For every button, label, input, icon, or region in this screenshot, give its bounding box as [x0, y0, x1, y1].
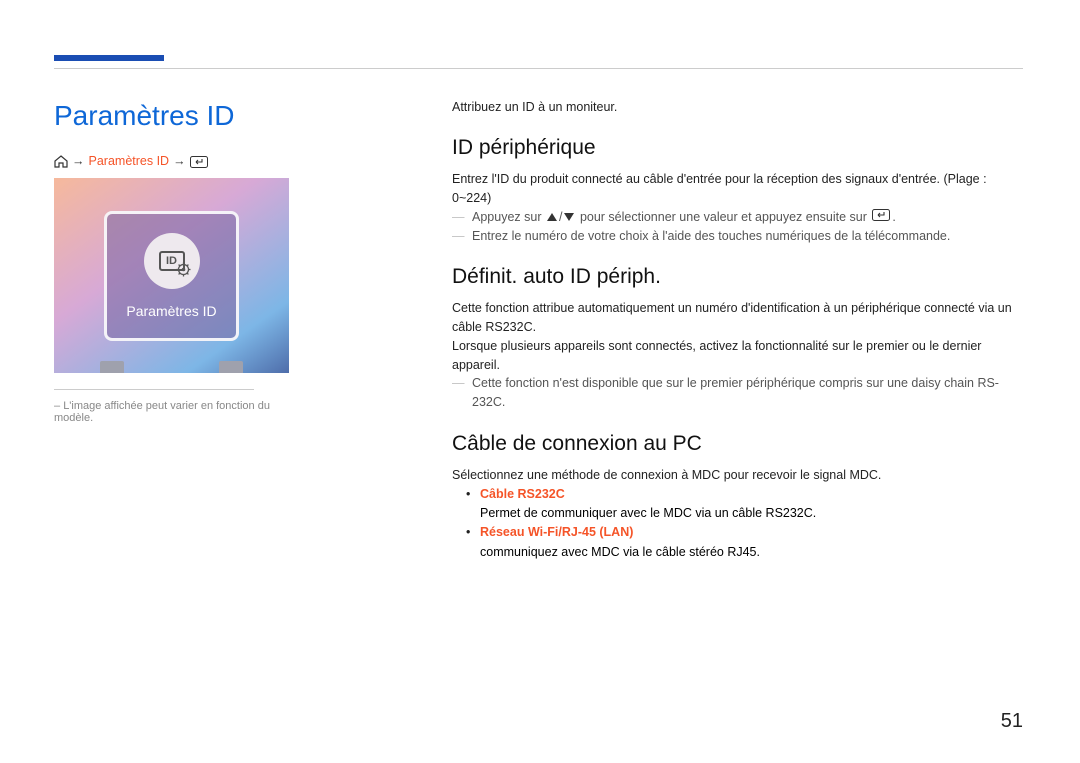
illustration: ID Paramètres ID [54, 178, 289, 373]
top-rule [54, 68, 1023, 69]
section-desc: Cette fonction attribue automatiquement … [452, 299, 1020, 337]
gear-icon [176, 262, 191, 277]
illustration-caption: Paramètres ID [126, 303, 216, 319]
section-note: Appuyez sur / pour sélectionner une vale… [452, 208, 1020, 227]
section-title: Câble de connexion au PC [452, 432, 1020, 456]
section-note: Entrez le numéro de votre choix à l'aide… [452, 227, 1020, 246]
stand-icon [219, 361, 243, 373]
home-icon [54, 154, 68, 168]
option-desc: Permet de communiquer avec le MDC via un… [480, 506, 816, 520]
section-id-peripherique: ID périphérique Entrez l'ID du produit c… [452, 136, 1020, 245]
list-item: Câble RS232C Permet de communiquer avec … [480, 485, 1020, 524]
section-cable-connexion-pc: Câble de connexion au PC Sélectionnez un… [452, 432, 1020, 562]
arrow-icon: → [173, 154, 186, 168]
intro-text: Attribuez un ID à un moniteur. [452, 100, 1020, 114]
footnote: – L'image affichée peut varier en foncti… [54, 400, 289, 424]
option-label: Réseau Wi-Fi/RJ-45 (LAN) [480, 525, 633, 539]
enter-icon [190, 154, 208, 168]
page-number: 51 [1001, 710, 1023, 733]
section-title: Définit. auto ID périph. [452, 265, 1020, 289]
section-desc: Entrez l'ID du produit connecté au câble… [452, 170, 1020, 208]
breadcrumb: → Paramètres ID → [54, 154, 289, 168]
page-title: Paramètres ID [54, 100, 289, 132]
illustration-circle: ID [144, 233, 200, 289]
breadcrumb-label: Paramètres ID [89, 154, 170, 168]
left-column: Paramètres ID → Paramètres ID → ID Param… [54, 100, 289, 424]
option-desc: communiquez avec MDC via le câble stéréo… [480, 545, 760, 559]
list-item: Réseau Wi-Fi/RJ-45 (LAN) communiquez ave… [480, 523, 1020, 562]
triangle-up-icon [547, 208, 557, 227]
footnote-text: L'image affichée peut varier en fonction… [54, 400, 270, 424]
option-list: Câble RS232C Permet de communiquer avec … [452, 485, 1020, 563]
note-text: Appuyez sur [472, 210, 545, 224]
section-desc: Sélectionnez une méthode de connexion à … [452, 466, 1020, 485]
note-text: . [892, 210, 895, 224]
divider [54, 389, 254, 390]
option-label: Câble RS232C [480, 487, 565, 501]
triangle-down-icon [564, 208, 574, 227]
stand-icon [100, 361, 124, 373]
section-desc: Lorsque plusieurs appareils sont connect… [452, 337, 1020, 375]
chapter-bar [54, 55, 164, 61]
arrow-icon: → [72, 154, 85, 168]
section-note: Cette fonction n'est disponible que sur … [452, 374, 1020, 412]
enter-icon [872, 208, 890, 227]
illustration-card: ID Paramètres ID [104, 211, 239, 341]
section-definit-auto-id: Définit. auto ID périph. Cette fonction … [452, 265, 1020, 412]
right-column: Attribuez un ID à un moniteur. ID périph… [452, 100, 1020, 582]
section-title: ID périphérique [452, 136, 1020, 160]
id-badge-icon: ID [159, 251, 185, 271]
note-text: pour sélectionner une valeur et appuyez … [580, 210, 870, 224]
